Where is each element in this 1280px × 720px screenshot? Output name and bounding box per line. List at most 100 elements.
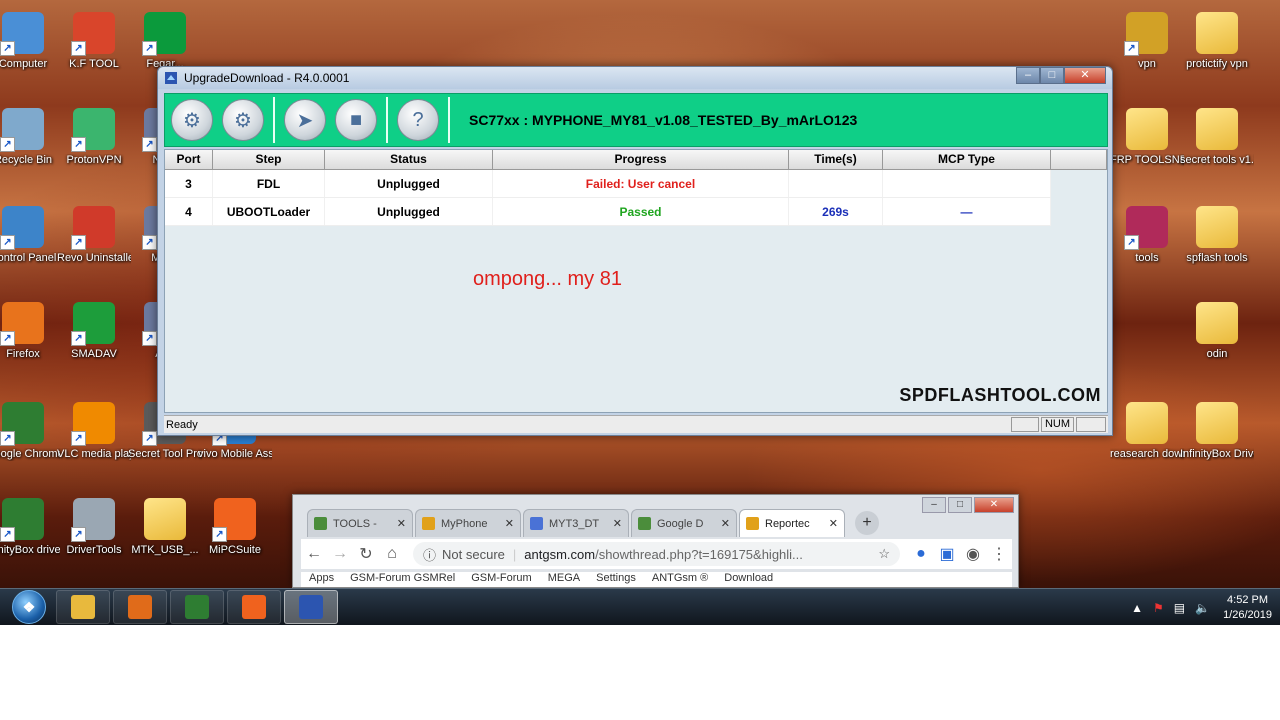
desktop-icon-book[interactable]: vpn: [1110, 12, 1184, 71]
chrome-maximize-button[interactable]: □: [948, 497, 972, 513]
column-header-time[interactable]: Time(s): [789, 150, 883, 169]
browser-tab[interactable]: MyPhone ✕: [415, 509, 521, 537]
desktop-icon-uninstaller[interactable]: Revo Uninstaller: [57, 206, 131, 265]
window-title-bar[interactable]: UpgradeDownload - R4.0.0001: [158, 67, 1112, 89]
desktop-icon-vpn[interactable]: ProtonVPN: [57, 108, 131, 167]
column-header-progress[interactable]: Progress: [493, 150, 789, 169]
extension-icon[interactable]: ●: [908, 545, 934, 563]
bookmark-item[interactable]: ANTGsm ®: [652, 572, 708, 587]
toolbar-separator: [386, 97, 388, 143]
help-button[interactable]: ?: [397, 99, 439, 141]
browser-tab[interactable]: TOOLS - ✕: [307, 509, 413, 537]
folder-icon: [1196, 206, 1238, 248]
desktop-icon-chrome[interactable]: Google Chrome: [0, 402, 60, 461]
desktop-icon-firefox[interactable]: Firefox: [0, 302, 60, 361]
maximize-button[interactable]: □: [1040, 67, 1064, 84]
taskbar-upgrade-download-button[interactable]: [284, 590, 338, 624]
desktop-icon-folder[interactable]: secret tools v1.3: [1180, 108, 1254, 167]
close-tab-icon[interactable]: ✕: [613, 517, 622, 530]
status-pane-scroll: [1076, 417, 1106, 432]
volume-icon[interactable]: 🔈: [1195, 601, 1210, 615]
bookmark-star-icon[interactable]: ☆: [878, 546, 890, 562]
book-icon: [1124, 12, 1168, 56]
clock-time: 4:52 PM: [1227, 593, 1269, 606]
taskbar-file-explorer-button[interactable]: [56, 590, 110, 624]
close-tab-icon[interactable]: ✕: [505, 517, 514, 530]
desktop-icon-folder[interactable]: MTK_USB_...: [128, 498, 202, 557]
show-hidden-icons-icon[interactable]: ▲: [1131, 601, 1143, 615]
desktop-icon-android[interactable]: Fegar...: [128, 12, 202, 71]
favicon-icon: [422, 517, 435, 530]
desktop-icon-folder[interactable]: protictify vpn: [1180, 12, 1254, 71]
avatar[interactable]: ◉: [960, 544, 986, 564]
cell-port: 3: [165, 170, 213, 197]
back-icon[interactable]: ←: [301, 545, 327, 563]
desktop-icon-shield[interactable]: K.F TOOL: [57, 12, 131, 71]
column-header-step[interactable]: Step: [213, 150, 325, 169]
chrome-close-button[interactable]: ✕: [974, 497, 1014, 513]
start-download-button[interactable]: ➤: [284, 99, 326, 141]
desktop-icon-label: Control Panel: [0, 252, 57, 264]
desktop-icon-chrome[interactable]: nfinityBox drivers in...: [0, 498, 60, 557]
desktop-icon-label: vpn: [1138, 58, 1156, 70]
browser-tab[interactable]: Google D ✕: [631, 509, 737, 537]
bookmark-item[interactable]: GSM-Forum GSMRel: [350, 572, 455, 587]
desktop-icon-folder[interactable]: odin: [1180, 302, 1254, 361]
uninstaller-icon: [71, 206, 115, 250]
close-tab-icon[interactable]: ✕: [829, 517, 838, 530]
address-bar[interactable]: ⓘ Not secure | antgsm.com /showthread.ph…: [413, 542, 900, 566]
bookmark-item[interactable]: Apps: [309, 572, 334, 587]
column-header-status[interactable]: Status: [325, 150, 493, 169]
minimize-button[interactable]: –: [1016, 67, 1040, 84]
desktop-icon-computer[interactable]: Computer: [0, 12, 60, 71]
desktop-icon-control-panel[interactable]: Control Panel: [0, 206, 60, 265]
home-icon[interactable]: ⌂: [379, 545, 405, 563]
desktop-icon-recycle-bin[interactable]: Recycle Bin: [0, 108, 60, 167]
close-tab-icon[interactable]: ✕: [721, 517, 730, 530]
network-icon[interactable]: ▤: [1174, 601, 1185, 615]
column-header-mcp-type[interactable]: MCP Type: [883, 150, 1051, 169]
desktop-icon-folder[interactable]: InfinityBox Drivers: [1180, 402, 1254, 461]
search-extension-icon[interactable]: ▣: [934, 544, 960, 564]
desktop-icon-label: nfinityBox drivers in...: [0, 544, 60, 556]
browser-tab[interactable]: MYT3_DT ✕: [523, 509, 629, 537]
taskbar-media-player-button[interactable]: [113, 590, 167, 624]
status-bar: Ready NUM: [164, 415, 1108, 433]
folder-icon: [1126, 108, 1168, 150]
bookmark-item[interactable]: GSM-Forum: [471, 572, 532, 587]
forward-icon[interactable]: →: [327, 545, 353, 563]
desktop-icon-folder[interactable]: spflash tools: [1180, 206, 1254, 265]
close-button[interactable]: ✕: [1064, 67, 1106, 84]
taskbar-mi-button[interactable]: [227, 590, 281, 624]
windows-icon: ❖: [22, 598, 36, 615]
chrome-minimize-button[interactable]: –: [922, 497, 946, 513]
column-header-port[interactable]: Port: [165, 150, 213, 169]
stop-download-button[interactable]: ■: [335, 99, 377, 141]
desktop-icon-folder[interactable]: FRP TOOLSNEW: [1110, 108, 1184, 167]
reload-icon[interactable]: ↻: [353, 544, 379, 564]
close-tab-icon[interactable]: ✕: [397, 517, 406, 530]
browser-tab[interactable]: Reportec ✕: [739, 509, 845, 537]
desktop-icon-antivirus[interactable]: SMADAV: [57, 302, 131, 361]
start-button[interactable]: ❖: [12, 590, 46, 624]
taskbar-chrome-button[interactable]: [170, 590, 224, 624]
settings-button[interactable]: ⚙: [222, 99, 264, 141]
cell-status: Unplugged: [325, 198, 493, 225]
load-packet-button[interactable]: ⚙: [171, 99, 213, 141]
desktop-icon-folder[interactable]: reasearch downloader: [1110, 402, 1184, 461]
bookmark-item[interactable]: Download: [724, 572, 773, 587]
table-row[interactable]: 4 UBOOTLoader Unplugged Passed 269s —: [165, 198, 1051, 226]
clock[interactable]: 4:52 PM 1/26/2019: [1223, 593, 1272, 623]
desktop-icon-mi[interactable]: MiPCSuite: [198, 498, 272, 557]
new-tab-button[interactable]: +: [855, 511, 879, 535]
bookmark-item[interactable]: MEGA: [548, 572, 580, 587]
info-icon[interactable]: ⓘ: [423, 545, 436, 564]
table-row[interactable]: 3 FDL Unplugged Failed: User cancel: [165, 170, 1051, 198]
desktop-icon-archive[interactable]: tools: [1110, 206, 1184, 265]
desktop-icon-vlc[interactable]: VLC media player: [57, 402, 131, 461]
window-title: UpgradeDownload - R4.0.0001: [184, 71, 350, 85]
desktop-icon-disc[interactable]: DriverTools: [57, 498, 131, 557]
action-center-icon[interactable]: ⚑: [1153, 601, 1164, 615]
menu-icon[interactable]: ⋮: [986, 544, 1012, 564]
bookmark-item[interactable]: Settings: [596, 572, 636, 587]
